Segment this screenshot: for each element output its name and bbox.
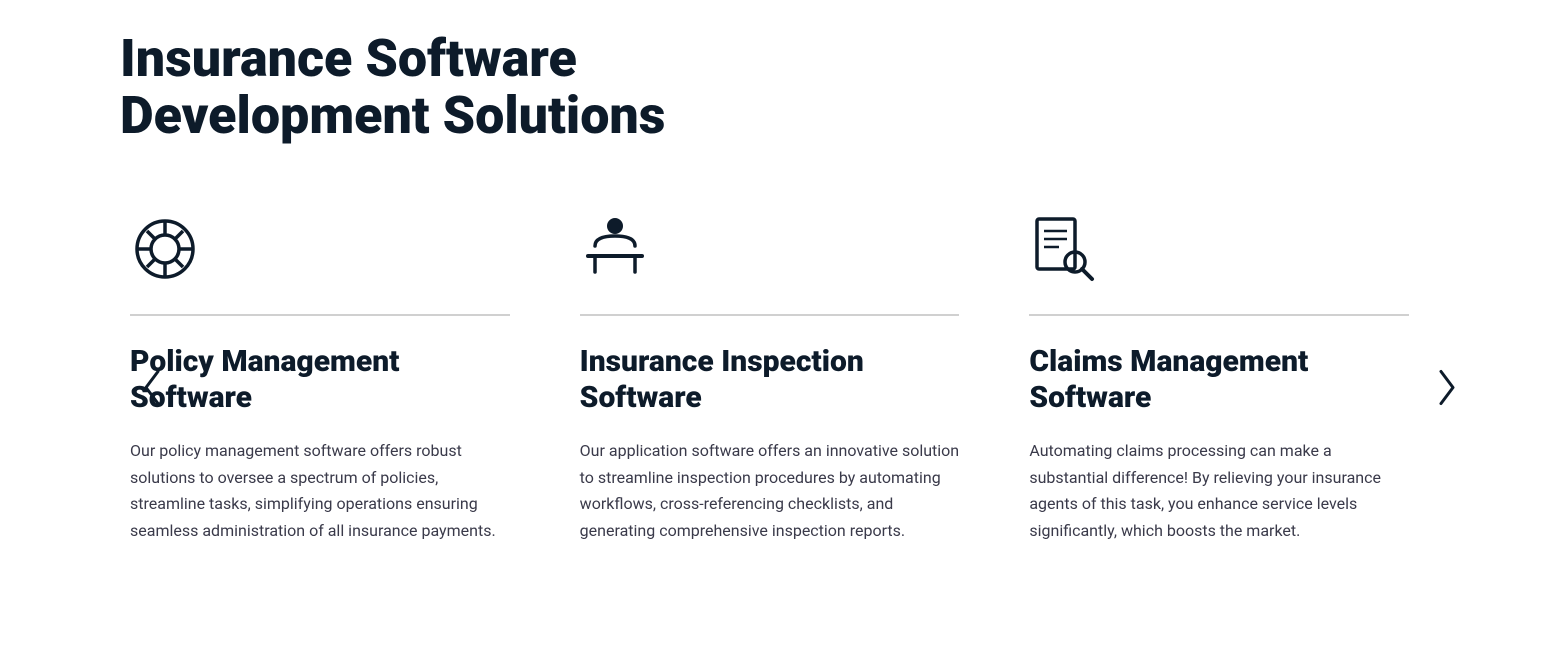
card-claims-management: Claims Management Software Automating cl… (1019, 204, 1469, 544)
card-title-claims: Claims Management Software (1029, 344, 1409, 416)
icon-area-claims (1029, 204, 1409, 294)
card-desc-claims: Automating claims processing can make a … (1029, 438, 1409, 544)
icon-area-inspection (580, 204, 960, 294)
divider-1 (130, 314, 510, 316)
icon-area-policy (130, 204, 510, 294)
divider-2 (580, 314, 960, 316)
card-title-policy: Policy Management Software (130, 344, 510, 416)
prev-arrow[interactable] (140, 368, 164, 415)
card-desc-policy: Our policy management software offers ro… (130, 438, 510, 544)
shield-circle-icon (130, 214, 200, 284)
card-policy-management: Policy Management Software Our policy ma… (120, 204, 570, 544)
divider-3 (1029, 314, 1409, 316)
card-insurance-inspection: Insurance Inspection Software Our applic… (570, 204, 1020, 544)
next-arrow[interactable] (1435, 368, 1459, 415)
main-title: Insurance Software Development Solutions (120, 30, 740, 144)
person-table-icon (580, 214, 650, 284)
card-desc-inspection: Our application software offers an innov… (580, 438, 960, 544)
cards-container: Policy Management Software Our policy ma… (120, 204, 1469, 544)
page-container: Insurance Software Development Solutions (0, 0, 1549, 653)
card-title-inspection: Insurance Inspection Software (580, 344, 960, 416)
doc-search-icon (1029, 214, 1099, 284)
